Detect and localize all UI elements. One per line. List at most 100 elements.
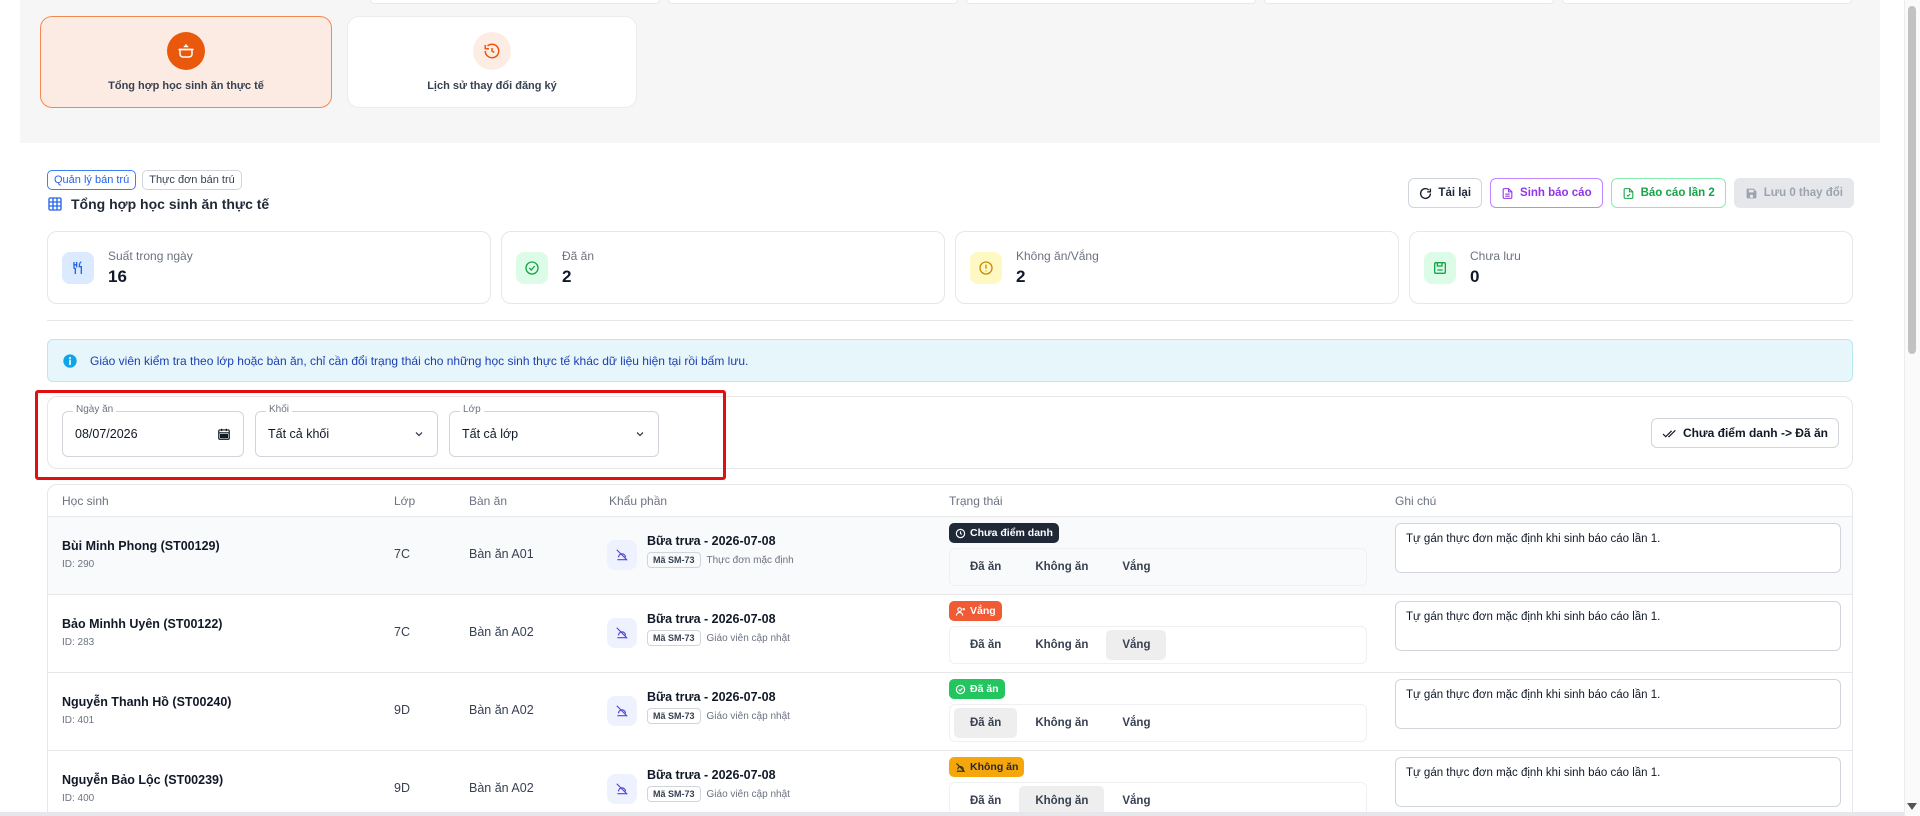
- meal-cell: Bữa trưa - 2026-07-08 Mã SM-73 Thực đơn m…: [647, 534, 794, 568]
- alert-circle-icon: [970, 251, 1002, 284]
- meal-note: Giáo viên cập nhật: [706, 788, 790, 800]
- scroll-down-arrow-icon[interactable]: [1907, 803, 1917, 810]
- toolbar: Tải lại Sinh báo cáo Báo cáo lần 2 Lưu 0…: [1408, 178, 1854, 208]
- note-field[interactable]: Tự gán thực đơn mặc định khi sinh báo cá…: [1395, 757, 1841, 807]
- meal-note: Giáo viên cập nhật: [706, 710, 790, 722]
- table-cell: Bàn ăn A02: [469, 703, 534, 717]
- breadcrumb-item-menu[interactable]: Thực đơn bán trú: [142, 170, 242, 190]
- note-field[interactable]: Tự gán thực đơn mặc định khi sinh báo cá…: [1395, 523, 1841, 573]
- student-id: ID: 283: [62, 637, 95, 648]
- stat-value: 16: [108, 266, 127, 286]
- report-second-label: Báo cáo lần 2: [1640, 187, 1715, 199]
- stat-label: Không ăn/Vắng: [1016, 248, 1099, 263]
- scrollbar-thumb[interactable]: [1908, 6, 1916, 354]
- no-food-icon: [955, 762, 966, 772]
- column-header-class: Lớp: [394, 494, 416, 508]
- students-table: Học sinh Lớp Bàn ăn Khẩu phần Trạng thái…: [47, 484, 1853, 816]
- status-option-absent[interactable]: Vắng: [1106, 552, 1166, 582]
- status-toggle: Đã ăn Không ăn Vắng: [949, 548, 1367, 586]
- stat-value: 2: [1016, 266, 1026, 286]
- status-option-eaten[interactable]: Đã ăn: [954, 630, 1017, 660]
- status-option-eaten[interactable]: Đã ăn: [954, 708, 1018, 738]
- info-banner: Giáo viên kiểm tra theo lớp hoặc bàn ăn,…: [47, 339, 1853, 382]
- filter-panel: Ngày ăn 08/07/2026 Khối Tất cả khối Lớp …: [47, 396, 1853, 469]
- generate-report-button[interactable]: Sinh báo cáo: [1490, 178, 1603, 208]
- save-label: Lưu 0 thay đổi: [1763, 187, 1843, 199]
- meal-title: Bữa trưa - 2026-07-08: [647, 612, 776, 626]
- status-option-not-eaten[interactable]: Không ăn: [1019, 630, 1104, 660]
- class-cell: 7C: [394, 625, 410, 639]
- tab-card-partial: [966, 0, 1256, 4]
- page-title: Tổng hợp học sinh ăn thực tế: [71, 196, 270, 212]
- tab-change-history[interactable]: Lịch sử thay đổi đăng ký: [347, 16, 637, 108]
- title-row: Tổng hợp học sinh ăn thực tế: [47, 196, 269, 212]
- meal-cell: Bữa trưa - 2026-07-08 Mã SM-73 Giáo viên …: [647, 612, 790, 646]
- bottom-edge: [0, 812, 1904, 816]
- table-header: Học sinh Lớp Bàn ăn Khẩu phần Trạng thái…: [48, 485, 1852, 517]
- status-option-absent[interactable]: Vắng: [1106, 708, 1166, 738]
- tab-card-partial: [1264, 0, 1554, 4]
- student-cell: Bảo Minhh Uyên (ST00122) ID: 283: [62, 617, 222, 648]
- stats-row: Suất trong ngày 16 Đã ăn 2 Không ăn/Vắng 2 …: [47, 231, 1853, 304]
- check-circle-icon: [955, 684, 966, 694]
- user-x-icon: [955, 606, 966, 616]
- meal-cell: Bữa trưa - 2026-07-08 Mã SM-73 Giáo viên …: [647, 690, 790, 724]
- table-row: Bùi Minh Phong (ST00129) ID: 290 7C Bàn …: [48, 517, 1852, 595]
- status-option-eaten[interactable]: Đã ăn: [954, 552, 1017, 582]
- stat-card-unsaved: Chưa lưu 0: [1409, 231, 1853, 304]
- no-food-icon: [607, 540, 637, 570]
- table-cell: Bàn ăn A01: [469, 547, 534, 561]
- status-badge: Đã ăn: [949, 679, 1005, 699]
- double-check-icon: [1662, 429, 1676, 438]
- meal-code-badge: Mã SM-73: [647, 552, 701, 568]
- tab-card-partial: [668, 0, 958, 4]
- table-row: Nguyễn Thanh Hồ (ST00240) ID: 401 9D Bàn…: [48, 673, 1852, 751]
- stat-card-portions: Suất trong ngày 16: [47, 231, 491, 304]
- meal-code-badge: Mã SM-73: [647, 630, 701, 646]
- scrollbar[interactable]: [1904, 0, 1920, 816]
- stat-value: 0: [1470, 266, 1480, 286]
- column-header-status: Trạng thái: [949, 494, 1003, 508]
- grade-select[interactable]: Khối Tất cả khối: [255, 404, 438, 457]
- meal-note: Giáo viên cập nhật: [706, 632, 790, 644]
- grade-value: Tất cả khối: [268, 427, 330, 441]
- note-field[interactable]: Tự gán thực đơn mặc định khi sinh báo cá…: [1395, 601, 1841, 651]
- breadcrumb: Quản lý bán trú Thực đơn bán trú: [47, 170, 242, 190]
- status-option-absent[interactable]: Vắng: [1106, 630, 1167, 660]
- class-value: Tất cả lớp: [462, 427, 519, 441]
- clock-icon: [955, 528, 966, 538]
- no-food-icon: [607, 618, 637, 648]
- table-cell: Bàn ăn A02: [469, 781, 534, 795]
- grade-label: Khối: [266, 404, 293, 415]
- report-second-button[interactable]: Báo cáo lần 2: [1610, 178, 1726, 208]
- save-button[interactable]: Lưu 0 thay đổi: [1733, 178, 1854, 208]
- tab-label: Lịch sử thay đổi đăng ký: [427, 80, 557, 92]
- date-field[interactable]: Ngày ăn 08/07/2026: [62, 404, 244, 457]
- table-row: Nguyễn Bảo Lộc (ST00239) ID: 400 9D Bàn …: [48, 751, 1852, 815]
- tab-label: Tổng hợp học sinh ăn thực tế: [108, 80, 264, 92]
- info-text: Giáo viên kiểm tra theo lớp hoặc bàn ăn,…: [90, 353, 749, 368]
- mark-all-eaten-button[interactable]: Chưa điểm danh -> Đã ăn: [1650, 418, 1839, 448]
- student-name: Nguyễn Bảo Lộc (ST00239): [62, 773, 224, 787]
- student-cell: Nguyễn Thanh Hồ (ST00240) ID: 401: [62, 695, 231, 726]
- meal-title: Bữa trưa - 2026-07-08: [647, 768, 776, 782]
- status-badge-label: Không ăn: [970, 761, 1019, 773]
- column-header-table: Bàn ăn: [469, 494, 508, 508]
- breadcrumb-item-boarding[interactable]: Quản lý bán trú: [47, 170, 137, 190]
- reload-button[interactable]: Tải lại: [1408, 178, 1483, 208]
- status-toggle: Đã ăn Không ăn Vắng: [949, 704, 1367, 742]
- stat-card-eaten: Đã ăn 2: [501, 231, 945, 304]
- save-icon: [1424, 251, 1456, 284]
- note-field[interactable]: Tự gán thực đơn mặc định khi sinh báo cá…: [1395, 679, 1841, 729]
- status-option-not-eaten[interactable]: Không ăn: [1019, 552, 1104, 582]
- meal-title: Bữa trưa - 2026-07-08: [647, 690, 776, 704]
- date-label: Ngày ăn: [73, 404, 117, 415]
- utensils-icon: [62, 251, 94, 284]
- calendar-icon[interactable]: [217, 427, 231, 441]
- status-badge: Không ăn: [949, 757, 1025, 777]
- pot-icon: [167, 32, 205, 70]
- class-select[interactable]: Lớp Tất cả lớp: [449, 404, 659, 457]
- status-badge-label: Chưa điểm danh: [970, 527, 1053, 539]
- tab-actual-meals[interactable]: Tổng hợp học sinh ăn thực tế: [40, 16, 332, 108]
- status-option-not-eaten[interactable]: Không ăn: [1019, 708, 1104, 738]
